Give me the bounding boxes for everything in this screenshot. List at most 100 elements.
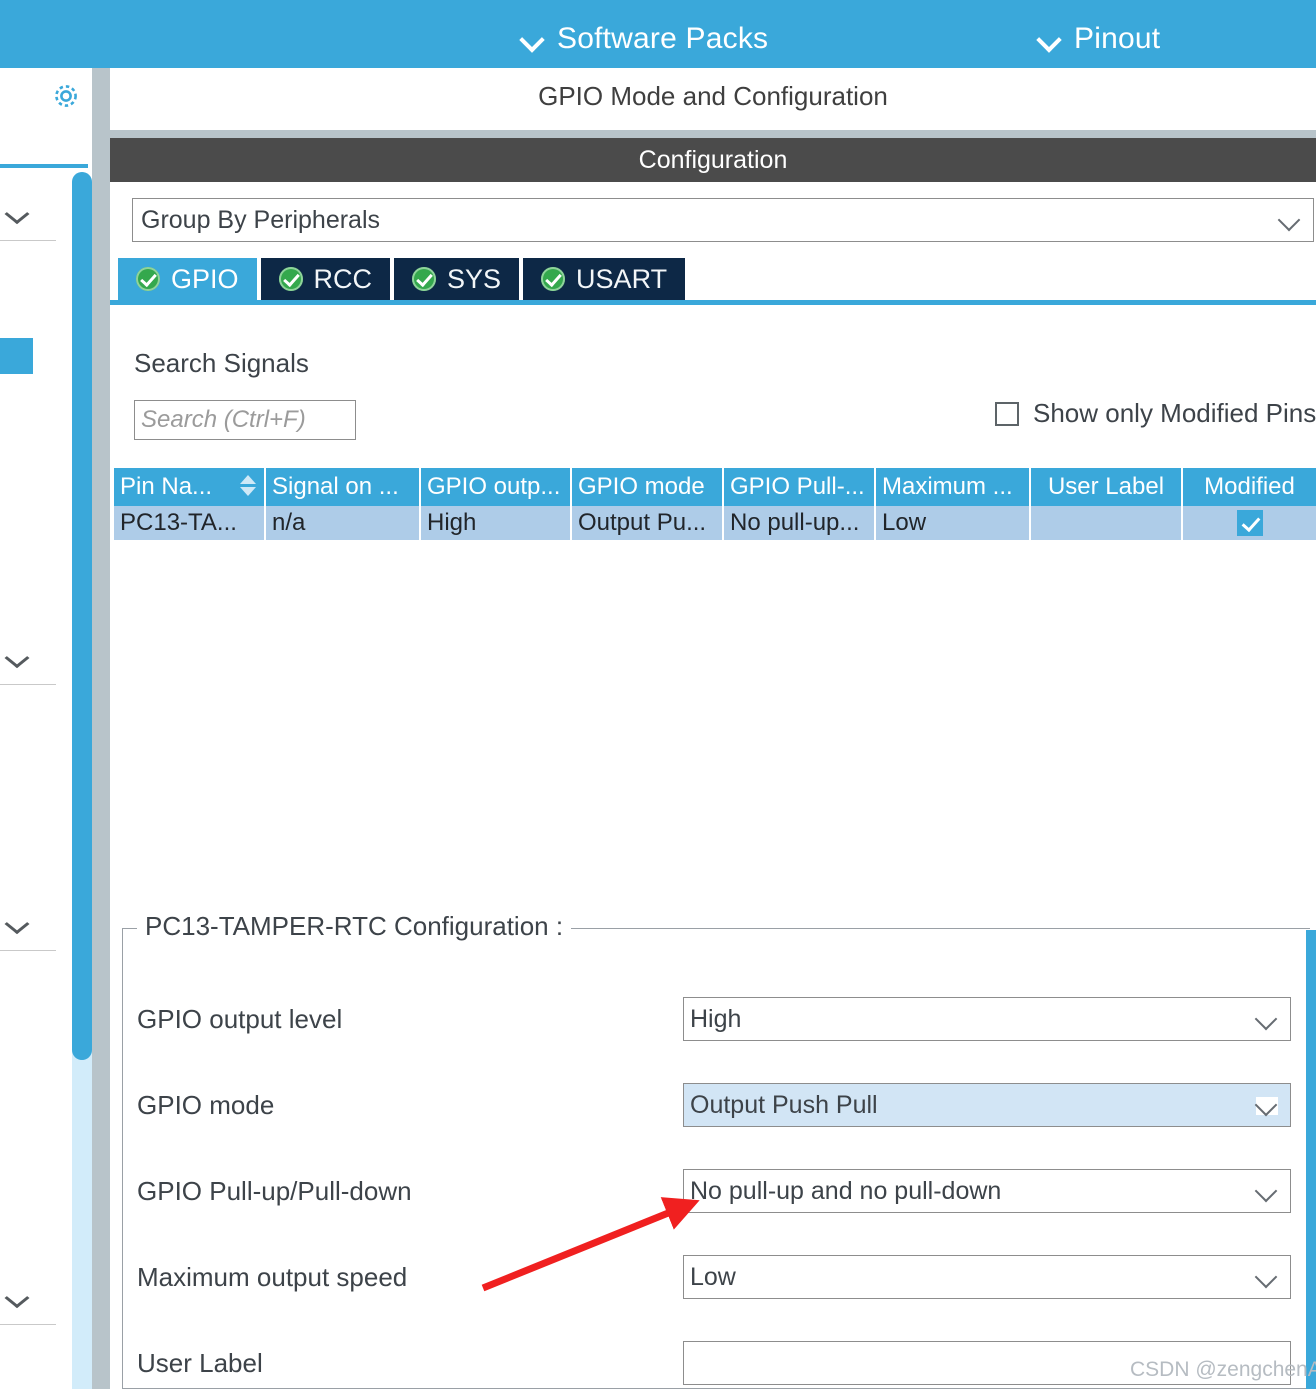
field-label: User Label (137, 1347, 263, 1378)
column-header-pin-name[interactable]: Pin Na... (114, 468, 266, 506)
checkbox-icon (995, 401, 1019, 426)
chevron-down-icon (1256, 1011, 1278, 1029)
pin-configuration-groupbox: PC13-TAMPER-RTC Configuration : GPIO out… (122, 911, 1310, 1389)
gpio-mode-dropdown[interactable]: Output Push Pull (683, 1083, 1291, 1127)
field-row-gpio-output-level: GPIO output level High (123, 991, 1310, 1047)
sidebar-divider (0, 950, 56, 951)
column-header-label: Signal on ... (272, 473, 399, 500)
column-header-label: Maximum ... (882, 473, 1013, 500)
menu-item-pinout[interactable]: Pinout (1038, 22, 1160, 56)
show-only-modified-pins-label: Show only Modified Pins (1033, 398, 1316, 428)
cubemx-gpio-configuration-screen: Software Packs Pinout GPIO Mode and Conf… (0, 0, 1316, 1389)
chevron-down-icon (521, 28, 543, 50)
column-header-maximum[interactable]: Maximum ... (876, 468, 1031, 506)
watermark: CSDN @zengchenAAA (1130, 1358, 1316, 1381)
gear-icon[interactable] (48, 78, 84, 114)
field-row-maximum-output-speed: Maximum output speed Low (123, 1249, 1310, 1305)
chevron-down-icon[interactable] (6, 650, 32, 666)
tab-usart[interactable]: USART (523, 258, 686, 300)
field-label: GPIO Pull-up/Pull-down (137, 1175, 412, 1206)
cell-maximum: Low (876, 506, 1031, 540)
field-label: GPIO mode (137, 1089, 275, 1120)
field-label: Maximum output speed (137, 1261, 408, 1292)
show-only-modified-pins-checkbox[interactable]: Show only Modified Pins (995, 398, 1316, 429)
cell-gpio-mode: Output Pu... (572, 506, 724, 540)
main-content: GPIO Mode and Configuration Configuratio… (110, 68, 1316, 1389)
column-header-modified[interactable]: Modified (1183, 468, 1316, 506)
cell-modified[interactable] (1183, 506, 1316, 540)
sort-arrows-icon[interactable] (240, 475, 256, 499)
menu-item-label: Software Packs (557, 22, 769, 55)
chevron-down-icon (1256, 1183, 1278, 1201)
tabs-underline (110, 300, 1316, 305)
column-header-signal-on[interactable]: Signal on ... (266, 468, 421, 506)
column-header-label: GPIO outp... (427, 473, 561, 500)
tab-label: USART (576, 263, 668, 294)
page-title: GPIO Mode and Configuration (538, 80, 888, 111)
column-header-gpio-pull[interactable]: GPIO Pull-... (724, 468, 876, 506)
tab-label: RCC (313, 263, 373, 294)
chevron-down-icon[interactable] (6, 916, 32, 932)
chevron-down-icon[interactable] (6, 206, 32, 222)
tab-rcc[interactable]: RCC (260, 258, 391, 300)
peripheral-tabs: GPIO RCC SYS USART (118, 258, 689, 300)
search-signals-label: Search Signals (134, 348, 309, 378)
check-circle-icon (278, 267, 303, 291)
field-label: GPIO output level (137, 1003, 343, 1034)
sidebar-divider (0, 240, 56, 241)
cell-user-label (1031, 506, 1183, 540)
column-header-label: GPIO Pull-... (730, 473, 865, 500)
field-value: Output Push Pull (690, 1090, 878, 1119)
chevron-down-icon[interactable] (6, 1290, 32, 1306)
gpio-output-level-dropdown[interactable]: High (683, 997, 1291, 1041)
chevron-down-icon (1256, 1097, 1278, 1115)
right-scrollbar[interactable] (1306, 930, 1316, 1389)
column-header-label: Pin Na... (120, 473, 213, 500)
cell-gpio-pull: No pull-up... (724, 506, 876, 540)
sidebar-divider (0, 1324, 56, 1325)
menu-item-label: Pinout (1074, 22, 1161, 55)
field-value: High (690, 1004, 742, 1033)
column-header-label: User Label (1047, 473, 1165, 500)
pin-table: Pin Na... Signal on ... GPIO outp... GPI… (114, 468, 1316, 540)
cell-gpio-output: High (421, 506, 572, 540)
configuration-header: Configuration (110, 138, 1316, 182)
checkbox-checked-icon (1236, 510, 1263, 536)
menu-item-software-packs[interactable]: Software Packs (521, 22, 768, 56)
maximum-output-speed-dropdown[interactable]: Low (683, 1255, 1291, 1299)
check-circle-icon (541, 267, 566, 291)
sidebar-item-selected[interactable] (0, 338, 33, 374)
sidebar-active-divider (0, 164, 88, 168)
gpio-pullup-pulldown-dropdown[interactable]: No pull-up and no pull-down (683, 1169, 1291, 1213)
tab-gpio[interactable]: GPIO (118, 258, 257, 300)
table-bottom-line (114, 540, 1316, 542)
table-header-row: Pin Na... Signal on ... GPIO outp... GPI… (114, 468, 1316, 506)
search-input[interactable] (134, 400, 356, 440)
chevron-down-icon (1279, 212, 1301, 230)
sidebar-scrollbar-thumb[interactable] (72, 172, 92, 1060)
tab-label: GPIO (171, 263, 239, 294)
column-header-label: GPIO mode (578, 473, 705, 500)
table-row[interactable]: PC13-TA... n/a High Output Pu... No pull… (114, 506, 1316, 540)
column-header-user-label[interactable]: User Label (1031, 468, 1183, 506)
column-header-label: Modified (1204, 473, 1295, 500)
cell-signal-on: n/a (266, 506, 421, 540)
left-sidebar (0, 68, 92, 1389)
tab-sys[interactable]: SYS (394, 258, 520, 300)
chevron-down-icon (1256, 1269, 1278, 1287)
chevron-down-icon (1038, 28, 1060, 50)
column-header-gpio-output[interactable]: GPIO outp... (421, 468, 572, 506)
menubar: Software Packs Pinout (0, 0, 1316, 68)
field-row-gpio-mode: GPIO mode Output Push Pull (123, 1077, 1310, 1133)
pin-configuration-legend: PC13-TAMPER-RTC Configuration : (137, 911, 572, 942)
field-row-gpio-pull: GPIO Pull-up/Pull-down No pull-up and no… (123, 1163, 1310, 1219)
field-value: Low (690, 1262, 736, 1291)
column-header-gpio-mode[interactable]: GPIO mode (572, 468, 724, 506)
group-by-dropdown[interactable]: Group By Peripherals (132, 198, 1314, 242)
check-circle-icon (136, 267, 160, 291)
check-circle-icon (412, 267, 437, 291)
title-separator (110, 130, 1316, 138)
group-by-value: Group By Peripherals (141, 205, 381, 234)
cell-pin-name: PC13-TA... (114, 506, 266, 540)
tab-label: SYS (447, 263, 502, 294)
